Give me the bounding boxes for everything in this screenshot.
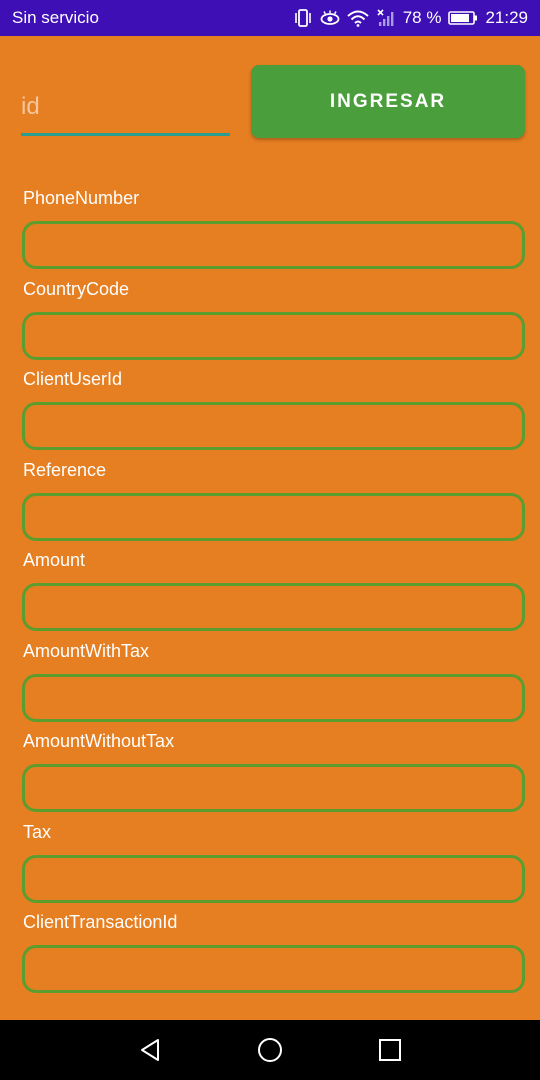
field-label: ClientTransactionId xyxy=(23,912,178,932)
ingresar-button[interactable]: INGRESAR xyxy=(251,65,525,138)
no-signal-icon xyxy=(376,9,396,27)
battery-icon xyxy=(448,10,478,26)
eye-comfort-icon xyxy=(320,10,340,26)
amount-field[interactable] xyxy=(25,586,522,628)
battery-percent: 78 % xyxy=(402,8,442,27)
field-phone-number: PhoneNumber xyxy=(22,188,525,279)
field-label: AmountWithoutTax xyxy=(23,731,175,751)
id-field[interactable] xyxy=(21,80,230,136)
main-content: INGRESAR PhoneNumber CountryCode ClientU… xyxy=(0,36,540,1020)
field-client-transaction-id: ClientTransactionId xyxy=(22,912,525,1003)
status-icons: 78 % 21:29 xyxy=(293,8,528,28)
recents-icon[interactable] xyxy=(370,1030,410,1070)
field-amount-without-tax: AmountWithoutTax xyxy=(22,731,525,822)
field-label: Tax xyxy=(23,821,52,842)
reference-field[interactable] xyxy=(25,495,522,538)
field-label: PhoneNumber xyxy=(23,188,140,208)
client-transaction-id-field[interactable] xyxy=(25,948,522,990)
tax-field[interactable] xyxy=(25,857,522,900)
amount-with-tax-field[interactable] xyxy=(25,676,522,719)
field-reference: Reference xyxy=(22,460,525,551)
status-bar: Sin servicio 78 % 21:29 xyxy=(0,0,540,36)
phone-number-input[interactable] xyxy=(22,221,525,269)
wifi-icon xyxy=(347,9,369,27)
field-amount-with-tax: AmountWithTax xyxy=(22,641,525,732)
phone-number-field[interactable] xyxy=(25,224,522,266)
amount-input[interactable] xyxy=(22,583,525,631)
client-transaction-id-input[interactable] xyxy=(22,945,525,993)
amount-with-tax-input[interactable] xyxy=(22,673,525,722)
field-label: Amount xyxy=(23,550,86,570)
field-label: ClientUserId xyxy=(23,369,123,389)
tax-input[interactable] xyxy=(22,854,525,903)
reference-input[interactable] xyxy=(22,492,525,541)
client-user-id-input[interactable] xyxy=(22,402,525,450)
field-tax: Tax xyxy=(22,822,525,913)
home-icon[interactable] xyxy=(250,1030,290,1070)
field-label: CountryCode xyxy=(23,278,130,299)
field-client-user-id: ClientUserId xyxy=(22,369,525,460)
clock-time: 21:29 xyxy=(485,8,528,27)
id-input[interactable] xyxy=(21,80,230,133)
back-icon[interactable] xyxy=(130,1030,170,1070)
vibrate-icon xyxy=(293,9,313,27)
carrier-text: Sin servicio xyxy=(12,8,99,27)
country-code-input[interactable] xyxy=(22,311,525,360)
field-label: AmountWithTax xyxy=(23,640,150,661)
country-code-field[interactable] xyxy=(25,314,522,357)
navigation-bar xyxy=(0,1020,540,1080)
field-label: Reference xyxy=(23,459,107,480)
amount-without-tax-input[interactable] xyxy=(22,764,525,812)
field-country-code: CountryCode xyxy=(22,279,525,370)
amount-without-tax-field[interactable] xyxy=(25,767,522,809)
field-amount: Amount xyxy=(22,550,525,641)
transaction-form: PhoneNumber CountryCode ClientUserId Ref… xyxy=(22,188,525,1003)
client-user-id-field[interactable] xyxy=(25,405,522,447)
